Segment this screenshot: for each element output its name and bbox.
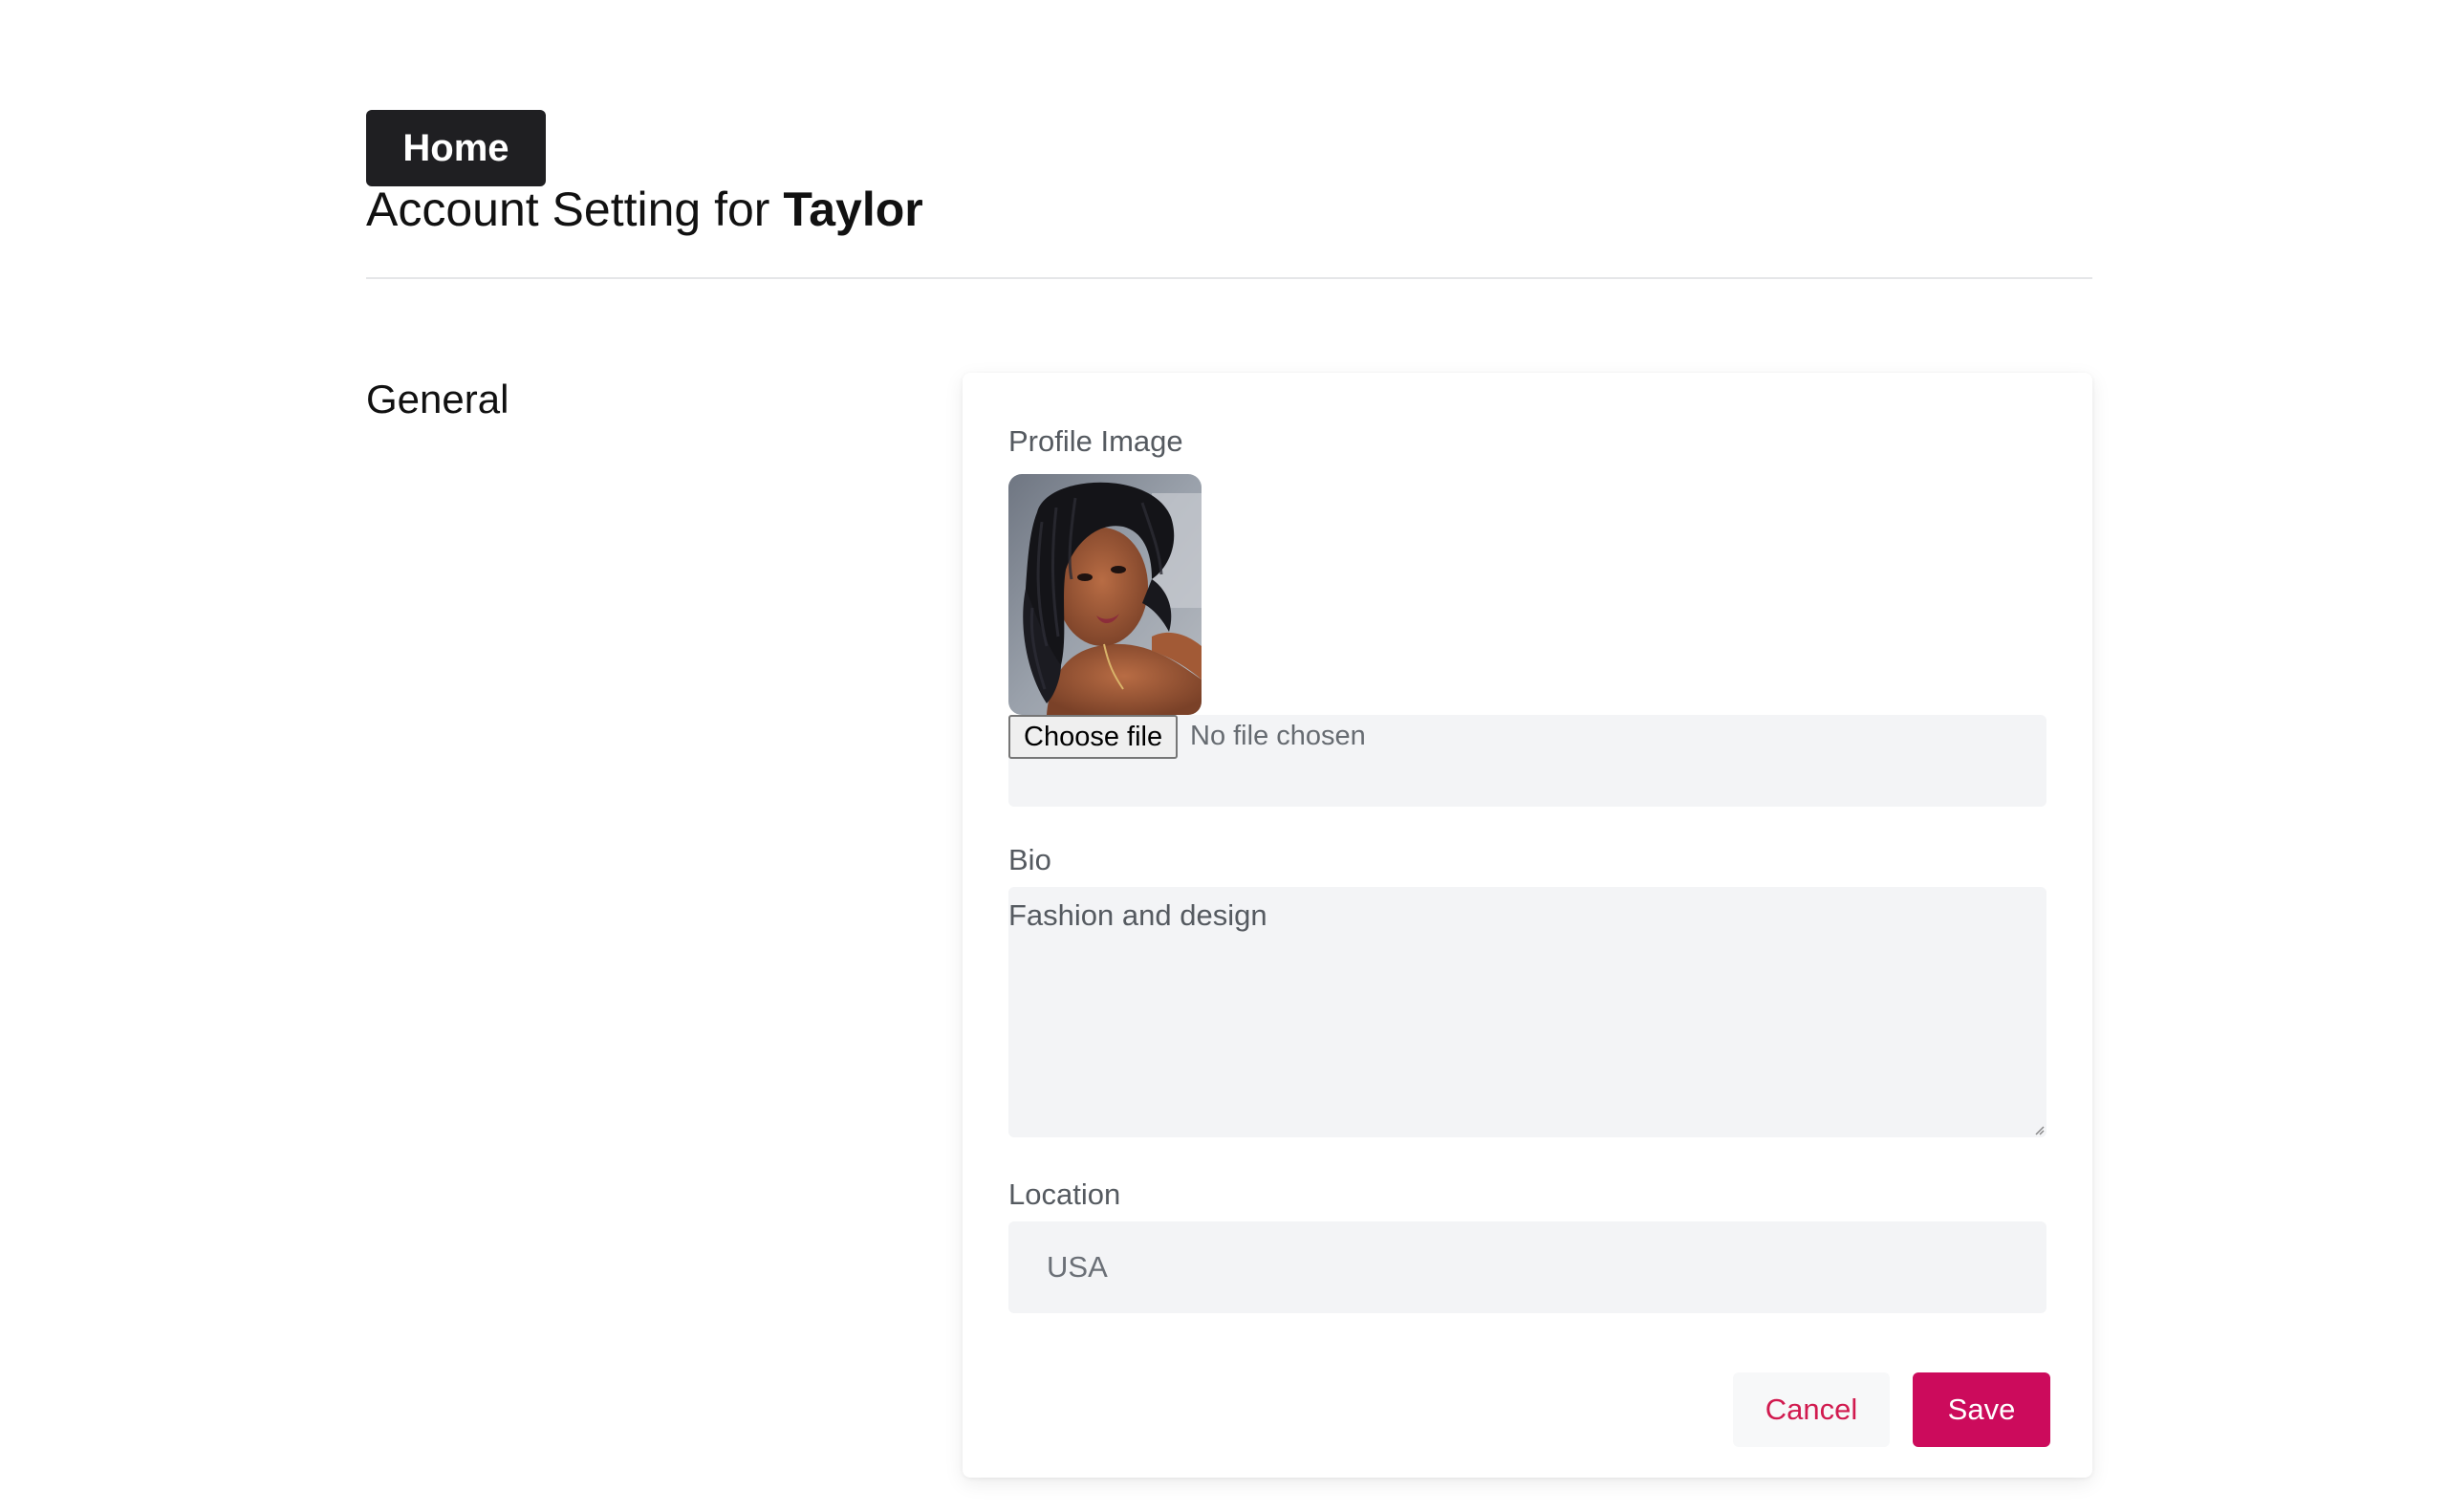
profile-avatar <box>1008 474 1202 715</box>
file-upload-field: Choose file No file chosen <box>1008 715 2046 807</box>
settings-form-card: Profile Image Choose file No file chosen… <box>963 373 2092 1478</box>
location-value: USA <box>1047 1250 1108 1284</box>
home-button[interactable]: Home <box>366 110 546 186</box>
user-name: Taylor <box>783 183 923 236</box>
account-settings-page: Home Account Setting for Taylor General … <box>0 0 2447 1512</box>
header-divider <box>366 277 2092 279</box>
file-status-text: No file chosen <box>1190 721 1366 751</box>
location-input[interactable]: USA <box>1008 1221 2046 1313</box>
choose-file-button[interactable]: Choose file <box>1008 715 1179 759</box>
resize-handle-icon[interactable] <box>2033 1124 2045 1135</box>
bio-textarea[interactable]: Fashion and design <box>1008 887 2046 1137</box>
save-button[interactable]: Save <box>1913 1372 2050 1447</box>
bio-text: Fashion and design <box>1008 898 1267 932</box>
profile-photo <box>1008 474 1202 715</box>
section-title-general: General <box>366 377 509 421</box>
bio-label: Bio <box>1008 843 1051 876</box>
location-label: Location <box>1008 1177 1121 1211</box>
page-title: Account Setting for Taylor <box>366 180 923 239</box>
page-title-prefix: Account Setting for <box>366 183 770 236</box>
cancel-button[interactable]: Cancel <box>1733 1372 1890 1447</box>
profile-image-label: Profile Image <box>1008 424 1183 458</box>
